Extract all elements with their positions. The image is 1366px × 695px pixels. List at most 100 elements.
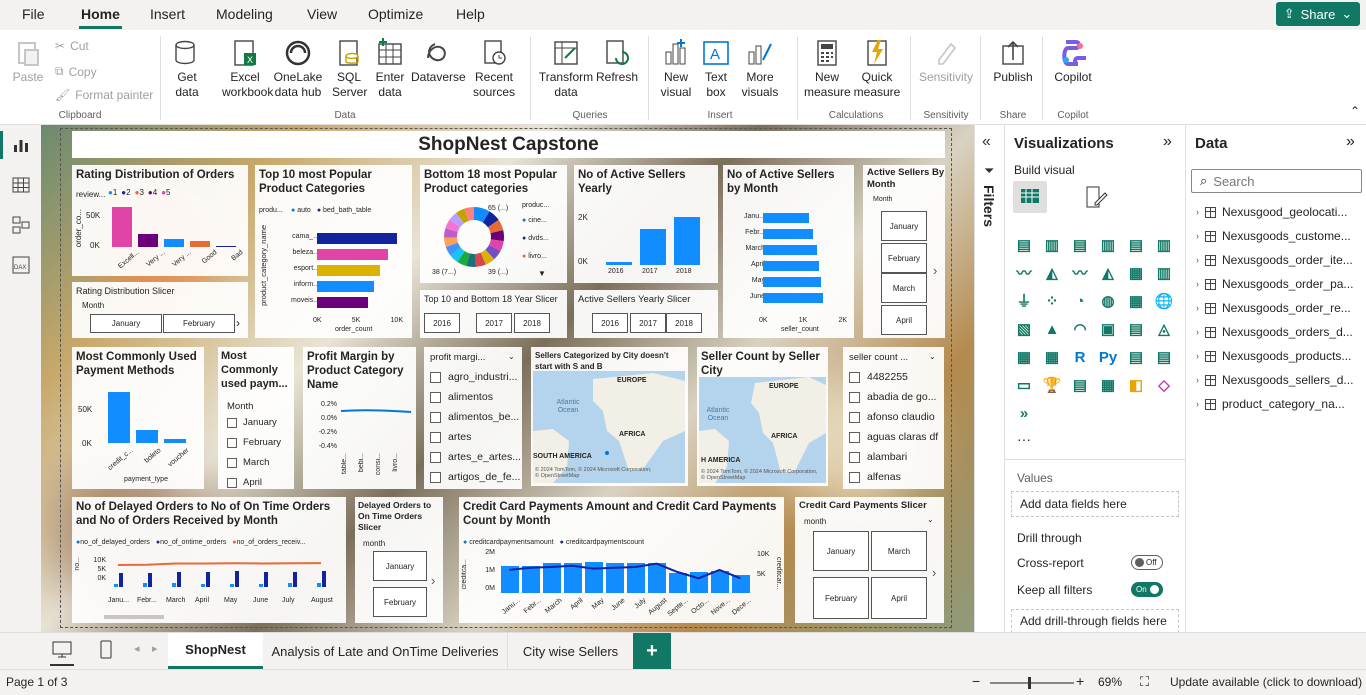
menu-insert[interactable]: Insert bbox=[150, 6, 185, 22]
text-box-button[interactable]: A Text box bbox=[699, 34, 733, 100]
slicer-button-february[interactable]: February bbox=[881, 243, 927, 273]
checkbox[interactable] bbox=[227, 437, 237, 448]
bottom18-categories-donut[interactable]: Bottom 18 most Popular Product categorie… bbox=[420, 165, 567, 283]
year-slicer[interactable]: Top 10 and Bottom 18 Year Slicer 2016 20… bbox=[420, 290, 567, 338]
slicer-button-january[interactable]: January bbox=[373, 551, 427, 581]
bar[interactable] bbox=[674, 217, 700, 265]
chevron-right-icon[interactable]: › bbox=[1196, 255, 1199, 265]
tab-late-ontime[interactable]: Analysis of Late and OnTime Deliveries bbox=[263, 633, 508, 669]
zoom-slider-thumb[interactable] bbox=[1028, 677, 1031, 689]
bar[interactable] bbox=[317, 249, 388, 260]
bar[interactable] bbox=[112, 207, 132, 247]
visual-type-icon[interactable]: ▣ bbox=[1097, 319, 1119, 341]
scroll-right-icon[interactable]: ▸ bbox=[152, 642, 158, 655]
paste-button[interactable]: Paste bbox=[10, 34, 46, 85]
bar[interactable] bbox=[190, 240, 210, 247]
slicer-button-january[interactable]: January bbox=[881, 211, 927, 241]
chevron-right-icon[interactable]: › bbox=[1196, 231, 1199, 241]
add-page-button[interactable]: + bbox=[633, 633, 671, 669]
report-view-icon[interactable] bbox=[11, 135, 31, 155]
active-sellers-yearly-chart[interactable]: No of Active Sellers Yearly 2K 0K 2016 20… bbox=[574, 165, 718, 283]
slicer-item[interactable]: February bbox=[227, 437, 281, 448]
checkbox[interactable] bbox=[430, 371, 441, 383]
bar[interactable] bbox=[763, 213, 809, 223]
collapse-left-icon[interactable]: « bbox=[982, 133, 991, 151]
visual-type-icon[interactable]: R bbox=[1069, 347, 1091, 369]
bar[interactable] bbox=[763, 293, 823, 303]
checkbox[interactable] bbox=[430, 451, 441, 463]
slicer-button-february[interactable]: February bbox=[163, 314, 235, 333]
slicer-button-2017[interactable]: 2017 bbox=[630, 313, 666, 333]
slicer-item[interactable]: March bbox=[227, 457, 269, 468]
scrollbar[interactable] bbox=[104, 615, 164, 619]
copilot-button[interactable]: Copilot bbox=[1050, 34, 1096, 85]
checkbox[interactable] bbox=[849, 411, 860, 423]
slicer-button-march[interactable]: March bbox=[871, 531, 927, 571]
build-visual-tab[interactable] bbox=[1013, 181, 1047, 213]
slicer-item[interactable]: agro_industri... bbox=[430, 371, 517, 383]
bar[interactable] bbox=[216, 245, 236, 247]
slicer-button-february[interactable]: February bbox=[813, 577, 869, 619]
refresh-button[interactable]: Refresh bbox=[596, 34, 638, 85]
delayed-orders-slicer[interactable]: Delayed Orders to On Time Orders Slicer … bbox=[355, 497, 443, 623]
desktop-layout-icon[interactable] bbox=[52, 641, 72, 659]
visual-type-icon[interactable]: Py bbox=[1097, 347, 1119, 369]
line-series[interactable] bbox=[108, 557, 340, 587]
bar[interactable] bbox=[606, 262, 632, 265]
menu-modeling[interactable]: Modeling bbox=[216, 6, 273, 22]
checkbox[interactable] bbox=[849, 391, 860, 403]
visual-type-icon[interactable]: ⁘ bbox=[1041, 291, 1063, 313]
checkbox[interactable] bbox=[430, 431, 441, 443]
visual-type-icon[interactable]: ▤ bbox=[1125, 319, 1147, 341]
cross-report-toggle[interactable]: Off bbox=[1131, 555, 1163, 570]
visual-type-icon[interactable]: ▦ bbox=[1097, 375, 1119, 397]
onelake-button[interactable]: OneLake data hub bbox=[270, 34, 326, 100]
slicer-button-february[interactable]: February bbox=[373, 587, 427, 617]
seller-count-map[interactable]: Seller Count by Seller City EUROPE Atlan… bbox=[697, 347, 828, 486]
visual-type-icon[interactable]: ◠ bbox=[1069, 319, 1091, 341]
delayed-orders-chart[interactable]: No of Delayed Orders to No of On Time Or… bbox=[72, 497, 346, 623]
active-sellers-month-chart[interactable]: No of Active Sellers by Month Janu... Feb… bbox=[723, 165, 854, 338]
visual-type-icon[interactable]: ▥ bbox=[1041, 235, 1063, 257]
table-view-icon[interactable] bbox=[11, 175, 31, 195]
sql-server-button[interactable]: SQL Server bbox=[332, 34, 367, 100]
model-view-icon[interactable] bbox=[11, 215, 31, 235]
visual-type-icon[interactable]: ▥ bbox=[1153, 263, 1175, 285]
checkbox[interactable] bbox=[849, 451, 860, 463]
visual-type-icon[interactable]: ▤ bbox=[1125, 235, 1147, 257]
visual-type-icon[interactable]: ▥ bbox=[1153, 235, 1175, 257]
rating-slicer[interactable]: Rating Distribution Slicer Month January… bbox=[72, 282, 248, 338]
line-series[interactable] bbox=[499, 551, 751, 593]
fit-page-icon[interactable]: ⛶ bbox=[1140, 674, 1149, 690]
bar[interactable] bbox=[317, 281, 374, 292]
slicer-item[interactable]: abadia de go... bbox=[849, 391, 936, 403]
data-table-item[interactable]: › Nexusgoods_sellers_d... bbox=[1196, 373, 1364, 387]
visual-type-icon[interactable]: 🌐 bbox=[1153, 291, 1175, 313]
checkbox[interactable] bbox=[430, 391, 441, 403]
checkbox[interactable] bbox=[430, 411, 441, 423]
visual-type-icon[interactable]: ◭ bbox=[1041, 263, 1063, 285]
slicer-item[interactable]: alfenas bbox=[849, 471, 901, 483]
chevron-right-icon[interactable]: › bbox=[1196, 375, 1199, 385]
visual-type-icon[interactable]: ▤ bbox=[1153, 347, 1175, 369]
visual-type-icon[interactable]: ▤ bbox=[1013, 235, 1035, 257]
visual-type-icon[interactable]: ◬ bbox=[1153, 319, 1175, 341]
publish-button[interactable]: Publish bbox=[990, 34, 1036, 85]
drill-through-well[interactable]: Add drill-through fields here bbox=[1011, 609, 1179, 633]
visual-type-icon[interactable]: ▤ bbox=[1125, 347, 1147, 369]
bar[interactable] bbox=[317, 233, 397, 244]
slicer-item[interactable]: artes_e_artes... bbox=[430, 451, 521, 463]
dataverse-button[interactable]: Dataverse bbox=[411, 34, 466, 85]
visual-type-icon[interactable]: ◧ bbox=[1125, 375, 1147, 397]
slicer-button-2018[interactable]: 2018 bbox=[514, 313, 550, 333]
chevron-down-icon[interactable]: ⌄ bbox=[929, 352, 936, 361]
menu-file[interactable]: File bbox=[22, 6, 45, 22]
format-visual-icon[interactable] bbox=[1081, 183, 1109, 211]
sensitivity-button[interactable]: Sensitivity bbox=[916, 34, 976, 85]
credit-card-slicer[interactable]: Credit Card Payments Slicer month ⌄ Janu… bbox=[795, 497, 944, 623]
visual-type-icon[interactable]: ◔ bbox=[1069, 291, 1091, 313]
data-table-item[interactable]: › Nexusgoods_custome... bbox=[1196, 229, 1364, 243]
bar[interactable] bbox=[164, 238, 184, 247]
checkbox[interactable] bbox=[227, 417, 237, 428]
collapse-ribbon-icon[interactable]: ⌃ bbox=[1350, 104, 1360, 118]
